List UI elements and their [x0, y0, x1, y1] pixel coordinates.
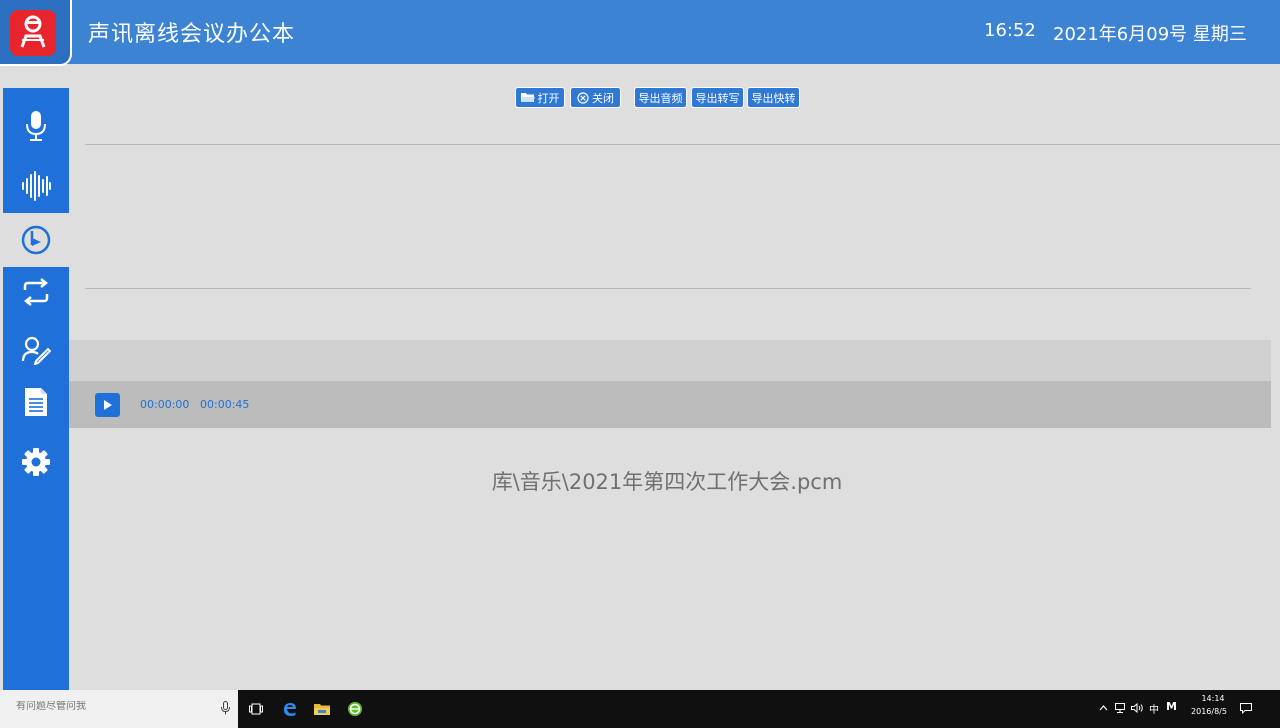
notification-icon[interactable] — [1240, 703, 1252, 714]
logo-badge — [10, 10, 56, 56]
taskbar-search-box[interactable] — [0, 690, 238, 728]
edge-browser-button[interactable] — [279, 698, 301, 720]
ime-mode[interactable]: M — [1166, 700, 1177, 713]
file-path: 库\音乐\2021年第四次工作大会.pcm — [491, 470, 843, 494]
sidebar-item-playback[interactable] — [3, 212, 69, 268]
current-time: 00:00:00 — [140, 398, 190, 411]
sign-icon — [21, 336, 51, 365]
open-button-label: 打开 — [537, 91, 560, 105]
header-clock: 16:52 — [984, 20, 1036, 41]
open-button[interactable]: 打开 — [515, 87, 565, 108]
close-button[interactable]: 关闭 — [570, 87, 621, 108]
total-time: 00:00:45 — [200, 398, 250, 411]
mic-icon[interactable] — [221, 701, 230, 715]
waveform-icon — [22, 171, 51, 201]
taskbar-search-input[interactable] — [16, 701, 206, 712]
microphone-icon — [26, 111, 46, 141]
header-date: 2021年6月09号 星期三 — [1053, 24, 1247, 45]
divider-top — [85, 144, 1280, 145]
app-title: 声讯离线会议办公本 — [88, 22, 296, 47]
os-taskbar: 中 M 14:14 2016/8/5 — [0, 690, 1280, 728]
sidebar — [3, 88, 69, 690]
ime-language[interactable]: 中 — [1149, 701, 1159, 716]
sidebar-item-record[interactable] — [3, 98, 69, 154]
play-button[interactable] — [95, 393, 120, 417]
close-button-label: 关闭 — [592, 91, 614, 105]
volume-icon[interactable] — [1131, 703, 1144, 713]
task-view-button[interactable] — [245, 698, 267, 720]
export-quick-button[interactable]: 导出快转 — [747, 87, 800, 108]
network-icon[interactable] — [1115, 703, 1127, 713]
export-audio-label: 导出音频 — [638, 91, 683, 105]
file-explorer-button[interactable] — [311, 698, 333, 720]
playback-icon — [21, 225, 51, 255]
folder-open-icon — [520, 93, 535, 102]
speaker-logo-icon — [20, 15, 46, 48]
app-logo — [0, 0, 72, 66]
sidebar-item-waveform[interactable] — [3, 158, 69, 214]
export-transcript-button[interactable]: 导出转写 — [691, 87, 744, 108]
export-transcript-label: 导出转写 — [695, 91, 740, 105]
browser-app-button[interactable] — [344, 698, 366, 720]
taskbar-clock-date[interactable]: 2016/8/5 — [1189, 707, 1229, 716]
export-quick-label: 导出快转 — [751, 91, 796, 105]
waveform-track — [69, 340, 1271, 381]
document-icon — [25, 388, 47, 416]
task-view-icon — [249, 703, 263, 715]
browser-green-icon — [348, 702, 362, 716]
taskbar-clock-time[interactable]: 14:14 — [1194, 694, 1232, 703]
divider-middle — [85, 288, 1251, 289]
convert-icon — [23, 278, 49, 306]
chevron-up-icon[interactable] — [1099, 704, 1108, 712]
sidebar-item-convert[interactable] — [3, 264, 69, 320]
sidebar-item-document[interactable] — [3, 374, 69, 430]
folder-icon — [314, 704, 330, 715]
export-audio-button[interactable]: 导出音频 — [634, 87, 687, 108]
close-circle-icon — [577, 91, 589, 104]
app-header: 声讯离线会议办公本 16:52 2021年6月09号 星期三 — [0, 0, 1280, 66]
sidebar-item-sign[interactable] — [3, 322, 69, 378]
edge-icon — [284, 703, 296, 716]
play-icon — [103, 400, 112, 410]
